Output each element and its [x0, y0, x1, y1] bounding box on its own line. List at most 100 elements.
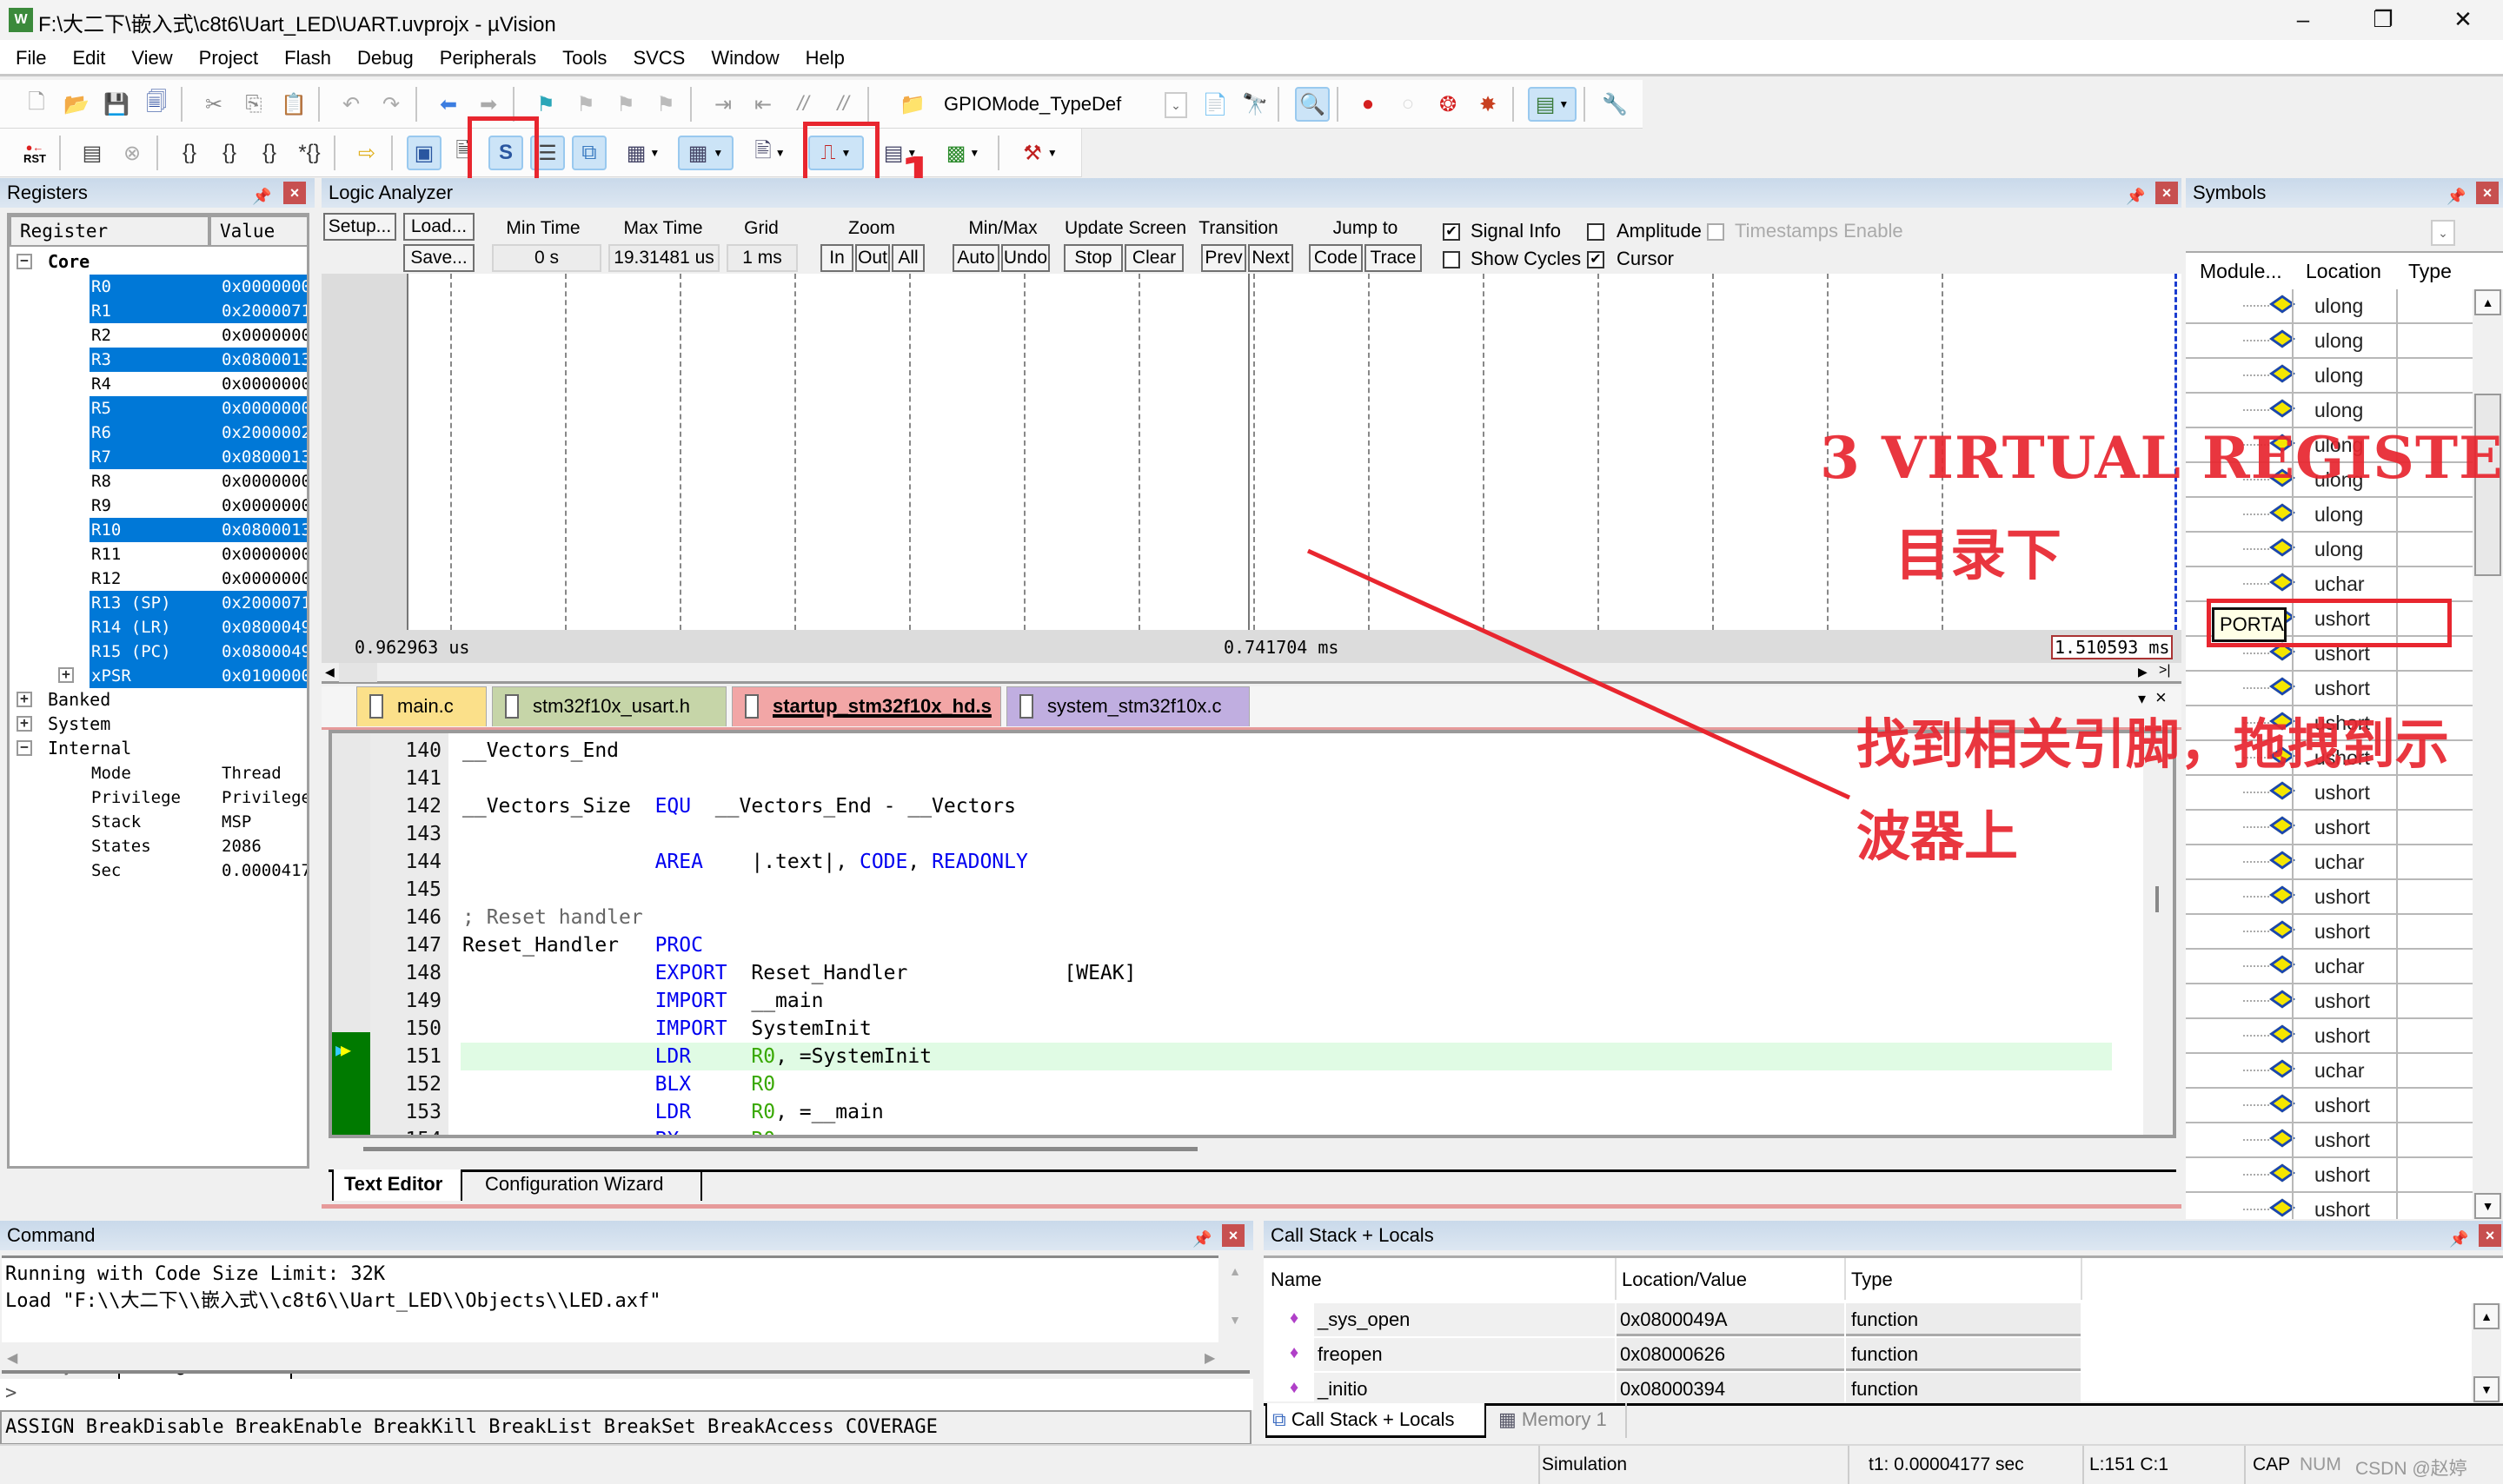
symbol-row[interactable]: ulong: [2186, 324, 2473, 359]
analysis-windows-icon[interactable]: ⎍ ▼: [808, 136, 864, 170]
register-row[interactable]: R14 (LR) 0x08000495: [10, 615, 307, 639]
symbol-row[interactable]: ulong: [2186, 463, 2473, 498]
symbol-row[interactable]: ushort: [2186, 811, 2473, 845]
reset-cpu-icon[interactable]: ●← RST: [17, 136, 52, 170]
scroll-thumb[interactable]: [2474, 394, 2501, 576]
register-row[interactable]: Sec 0.00004177: [10, 858, 307, 883]
tab-memory-1[interactable]: ▦ Memory 1: [1488, 1403, 1627, 1438]
callstack-vscrollbar[interactable]: ▲ ▼: [2472, 1303, 2501, 1404]
register-row[interactable]: R4 0x00000000: [10, 372, 307, 396]
scroll-left-icon[interactable]: ◀: [325, 665, 335, 679]
show-cycles-checkbox[interactable]: [1443, 251, 1460, 268]
bookmark-icon[interactable]: ⚑: [528, 87, 563, 122]
run-icon[interactable]: ▤: [75, 136, 110, 170]
clear-button[interactable]: Clear: [1125, 244, 1184, 272]
window-layout-icon[interactable]: ▤ ▼: [1528, 87, 1577, 122]
incremental-find-icon[interactable]: 📄: [1198, 87, 1232, 122]
setup-button[interactable]: Setup...: [323, 213, 396, 241]
command-input[interactable]: >: [0, 1379, 1253, 1410]
code-line[interactable]: 147 Reset_Handler PROC: [332, 931, 2171, 959]
group-core[interactable]: Core: [48, 251, 90, 272]
symbol-row[interactable]: ulong: [2186, 394, 2473, 428]
code-line[interactable]: 142 __Vectors_Size EQU __Vectors_End - __…: [332, 792, 2171, 820]
next-button[interactable]: Next: [1248, 244, 1293, 272]
register-row[interactable]: R8 0x00000000: [10, 469, 307, 494]
symbol-row[interactable]: uchar: [2186, 950, 2473, 984]
register-row[interactable]: xPSR 0x01000000 +: [10, 664, 307, 688]
code-line[interactable]: 146 ; Reset handler: [332, 904, 2171, 931]
scroll-end-icon[interactable]: >|: [2159, 663, 2171, 679]
register-row[interactable]: Stack MSP: [10, 810, 307, 834]
code-line[interactable]: 153 LDR R0, =__main: [332, 1098, 2171, 1126]
comment-icon[interactable]: //: [786, 87, 820, 122]
symbol-row[interactable]: ushort: [2186, 672, 2473, 706]
symbol-row[interactable]: ushort: [2186, 1123, 2473, 1158]
code-line[interactable]: 151 LDR R0, =SystemInit: [332, 1043, 2171, 1070]
symbol-row[interactable]: ushort: [2186, 637, 2473, 672]
menu-flash[interactable]: Flash: [284, 40, 331, 70]
menu-help[interactable]: Help: [806, 40, 845, 70]
code-line[interactable]: 150 IMPORT SystemInit: [332, 1015, 2171, 1043]
code-line[interactable]: 148 EXPORT Reset_Handler [WEAK]: [332, 959, 2171, 987]
symbol-row[interactable]: ulong: [2186, 428, 2473, 463]
new-file-icon[interactable]: 🗋: [19, 87, 54, 122]
register-value[interactable]: 0x20000718: [222, 299, 307, 323]
code-line[interactable]: 141: [332, 765, 2171, 792]
column-header-location[interactable]: Location: [2306, 260, 2381, 283]
close-icon[interactable]: ×: [1222, 1224, 1245, 1247]
code-button[interactable]: Code: [1309, 244, 1363, 272]
register-row[interactable]: R5 0x00000000: [10, 396, 307, 421]
amplitude-checkbox[interactable]: [1587, 223, 1604, 241]
code-editor[interactable]: ▶▶ 140 __Vectors_End 141 142 __Vectors_Size …: [329, 730, 2176, 1138]
unindent-icon[interactable]: ⇤: [746, 87, 780, 122]
nav-forward-icon[interactable]: ➡: [471, 87, 506, 122]
zoom-all-button[interactable]: All: [892, 244, 925, 272]
trace-button[interactable]: Trace: [1364, 244, 1422, 272]
menu-svcs[interactable]: SVCS: [633, 40, 685, 70]
collapse-icon[interactable]: −: [17, 254, 32, 269]
register-row[interactable]: Privilege Privileged: [10, 785, 307, 810]
menu-edit[interactable]: Edit: [72, 40, 105, 70]
redo-icon[interactable]: ↷: [374, 87, 408, 122]
pin-icon[interactable]: 📌: [1192, 1224, 1212, 1254]
pin-icon[interactable]: 📌: [2126, 182, 2145, 211]
symbol-row[interactable]: ushort: [2186, 880, 2473, 915]
code-line[interactable]: 152 BLX R0: [332, 1070, 2171, 1098]
signal-info-checkbox[interactable]: ✔: [1443, 223, 1460, 241]
code-line[interactable]: 145: [332, 876, 2171, 904]
expand-icon[interactable]: +: [17, 692, 32, 707]
file-tab[interactable]: main.c: [356, 686, 487, 726]
register-value[interactable]: 0x08000130: [222, 518, 307, 542]
register-value[interactable]: 0x20000020: [222, 421, 307, 445]
register-row[interactable]: R9 0x00000000: [10, 494, 307, 518]
symbol-row[interactable]: ushort: [2186, 1089, 2473, 1123]
register-row[interactable]: R11 0x00000000: [10, 542, 307, 566]
close-icon[interactable]: ×: [2155, 182, 2178, 204]
register-row[interactable]: Mode Thread: [10, 761, 307, 785]
registers-window-icon[interactable]: ☰: [530, 136, 565, 170]
menu-peripherals[interactable]: Peripherals: [440, 40, 536, 70]
breakpoint-icon[interactable]: ●: [1351, 87, 1385, 122]
show-next-statement-icon[interactable]: ⇨: [349, 136, 384, 170]
collapse-icon[interactable]: −: [17, 740, 32, 756]
symbols-window-icon[interactable]: S: [488, 136, 523, 170]
auto-button[interactable]: Auto: [953, 244, 999, 272]
save-button[interactable]: Save...: [403, 244, 475, 272]
run-to-cursor-icon[interactable]: *{}: [292, 136, 327, 170]
pin-icon[interactable]: 📌: [252, 182, 271, 211]
kill-breakpoints-icon[interactable]: ✸: [1471, 87, 1505, 122]
indent-icon[interactable]: ⇥: [706, 87, 740, 122]
system-viewer-icon[interactable]: ▩ ▼: [939, 136, 987, 170]
vscroll-thumb[interactable]: [2155, 886, 2159, 912]
minimize-button[interactable]: –: [2263, 0, 2343, 40]
symbol-row[interactable]: ushort: [2186, 1158, 2473, 1193]
disable-breakpoint-icon[interactable]: ○: [1391, 87, 1425, 122]
scroll-up-icon[interactable]: ▲: [2474, 289, 2501, 315]
register-row[interactable]: R15 (PC) 0x08000494: [10, 639, 307, 664]
register-value[interactable]: 0x00000000: [222, 494, 307, 518]
toolbox-icon[interactable]: ⚒ ▼: [1012, 136, 1069, 170]
register-row[interactable]: States 2086: [10, 834, 307, 858]
register-row[interactable]: R1 0x20000718: [10, 299, 307, 323]
memory-windows-icon[interactable]: ▦ ▼: [678, 136, 734, 170]
symbol-row[interactable]: ushort: [2186, 706, 2473, 741]
